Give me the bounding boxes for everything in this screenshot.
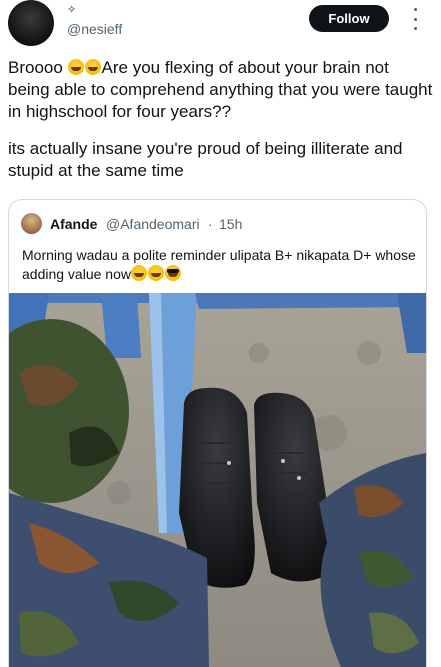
follow-button[interactable]: Follow [309,5,389,32]
quoted-author-handle[interactable]: @Afandeomari [106,216,200,232]
quoted-author-name[interactable]: Afande [50,216,97,232]
quoted-text: Morning wadau a polite reminder ulipata … [22,246,417,284]
post-paragraph-2: its actually insane you're proud of bein… [8,139,403,180]
sparkle-icon: ✧ [67,4,77,16]
grinning-sweat-emoji-icon [67,59,84,75]
quoted-text-body: Morning wadau a polite reminder ulipata … [22,247,416,282]
post-text-start: Broooo [8,58,68,77]
more-vertical-icon[interactable] [409,8,421,30]
grinning-sweat-emoji-icon [84,59,101,75]
author-avatar[interactable] [8,0,54,46]
sunglasses-emoji-icon [164,265,181,281]
grinning-sweat-emoji-icon [147,265,164,281]
author-handle[interactable]: @nesieff [67,21,122,37]
post-paragraph-1: Broooo Are you flexing of about your bra… [8,57,433,123]
quoted-author-avatar[interactable] [21,213,42,234]
separator-dot: · [208,216,213,232]
quoted-timestamp[interactable]: 15h [219,216,242,232]
quoted-media-photo[interactable] [9,293,426,667]
quoted-tweet[interactable]: Afande @Afandeomari · 15h Morning wadau … [8,199,427,667]
photo-boots-image [9,293,426,667]
grinning-sweat-emoji-icon [130,265,147,281]
post-text: Broooo Are you flexing of about your bra… [8,57,433,182]
